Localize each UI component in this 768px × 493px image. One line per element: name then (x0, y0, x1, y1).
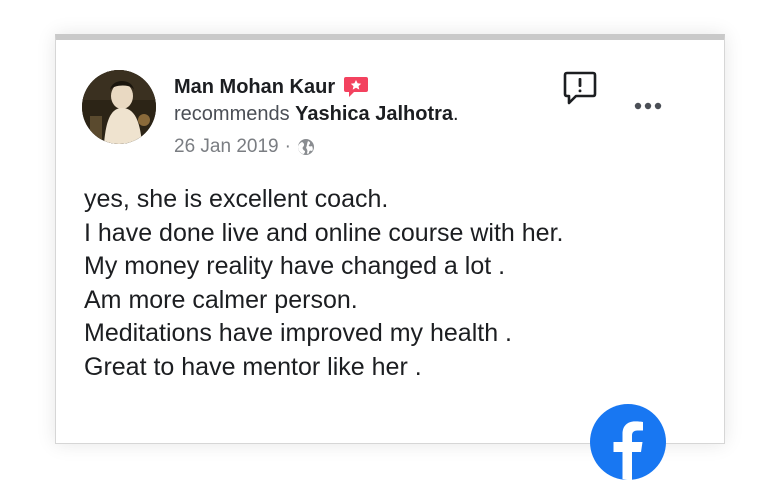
recommendation-badge-icon (343, 75, 369, 99)
post-line: Am more calmer person. (84, 285, 358, 314)
globe-icon (297, 138, 315, 156)
post-body: yes, she is excellent coach. I have done… (84, 183, 684, 384)
recommended-suffix: . (453, 103, 459, 125)
avatar-photo (82, 70, 156, 144)
recommend-verb: recommends (174, 103, 290, 125)
avatar[interactable] (82, 70, 156, 144)
post-line: My money reality have changed a lot . (84, 252, 506, 280)
meta-separator: · (284, 136, 291, 157)
post-line: I have done live and online course with … (84, 218, 564, 247)
report-flag-icon[interactable] (562, 70, 598, 108)
post-line: Meditations have improved my health . (84, 319, 512, 347)
post-header: Man Mohan Kaur recommends Yashica Jalhot… (174, 74, 459, 159)
recommended-page-name[interactable]: Yashica Jalhotra (295, 103, 453, 125)
post-line: Great to have mentor like her . (84, 352, 422, 381)
post-line: yes, she is excellent coach. (84, 185, 389, 213)
facebook-logo-icon[interactable] (588, 402, 668, 482)
more-options-icon[interactable] (630, 96, 670, 116)
author-name[interactable]: Man Mohan Kaur (174, 76, 335, 99)
recommendation-card: Man Mohan Kaur recommends Yashica Jalhot… (55, 34, 725, 444)
post-date[interactable]: 26 Jan 2019 (174, 136, 279, 158)
